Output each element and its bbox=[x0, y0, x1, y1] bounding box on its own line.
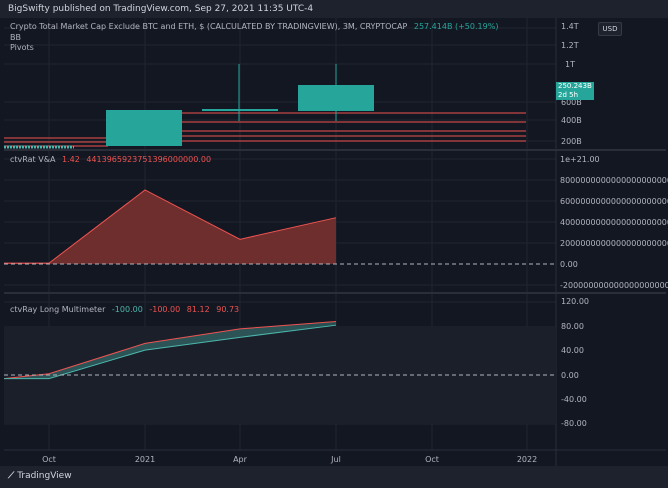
candle[interactable] bbox=[298, 85, 374, 111]
ray-tick: 0.00 bbox=[561, 371, 579, 380]
price-tick: 400B bbox=[561, 116, 582, 125]
tradingview-logo-icon: ⟋ bbox=[8, 471, 15, 481]
footer-bar bbox=[0, 466, 668, 488]
time-tick: Apr bbox=[233, 455, 247, 464]
rat-value-a: 1.42 bbox=[61, 155, 80, 164]
rat-exponent: 1e+21.00 bbox=[560, 155, 600, 164]
change-value: (+50.19%) bbox=[454, 22, 499, 31]
price-tick: 1T bbox=[565, 60, 575, 69]
tradingview-logo[interactable]: ⟋ TradingView bbox=[8, 471, 72, 481]
time-tick: 2021 bbox=[134, 455, 156, 464]
publisher-bar: BigSwifty published on TradingView.com, … bbox=[0, 0, 668, 18]
rat-tick: 8000000000000000000000.00 bbox=[560, 176, 668, 185]
ray-value-d: 90.73 bbox=[216, 305, 240, 314]
rat-tick: 4000000000000000000000.00 bbox=[560, 218, 668, 227]
price-tick: 1.4T bbox=[561, 22, 579, 31]
rat-tick: -2000000000000000000000.00 bbox=[560, 281, 668, 290]
rat-tick: 2000000000000000000000.00 bbox=[560, 239, 668, 248]
symbol-title[interactable]: Crypto Total Market Cap Exclude BTC and … bbox=[10, 22, 407, 31]
rat-value-b: 4413965923751396000000.00 bbox=[86, 155, 212, 164]
brand-label: TradingView bbox=[17, 471, 72, 481]
ray-tick: 120.00 bbox=[561, 297, 589, 306]
time-tick: Oct bbox=[425, 455, 439, 464]
last-price-tag: 250.243B 2d 5h bbox=[556, 82, 594, 100]
ray-tick: -80.00 bbox=[561, 419, 587, 428]
time-tick: Jul bbox=[331, 455, 341, 464]
ray-title[interactable]: ctvRay Long Multimeter bbox=[10, 305, 105, 314]
rat-tick: 6000000000000000000000.00 bbox=[560, 197, 668, 206]
indicator-bb[interactable]: BB bbox=[10, 33, 21, 42]
last-value: 257.414B bbox=[413, 22, 453, 31]
rat-title[interactable]: ctvRat V&A bbox=[10, 155, 55, 164]
ray-tick: 80.00 bbox=[561, 322, 584, 331]
ray-title-row: ctvRay Long Multimeter -100.00 -100.00 8… bbox=[10, 305, 239, 314]
ray-value-b: -100.00 bbox=[149, 305, 181, 314]
candle[interactable] bbox=[202, 109, 278, 111]
ray-tick: -40.00 bbox=[561, 395, 587, 404]
publisher-text: BigSwifty published on TradingView.com, … bbox=[8, 4, 314, 14]
time-tick: Oct bbox=[42, 455, 56, 464]
price-tick: 1.2T bbox=[561, 41, 579, 50]
ray-value-c: 81.12 bbox=[186, 305, 210, 314]
rat-title-row: ctvRat V&A 1.42 4413965923751396000000.0… bbox=[10, 155, 211, 164]
ray-tick: 40.00 bbox=[561, 346, 584, 355]
last-price-tag-value: 250.243B bbox=[558, 82, 592, 90]
candle[interactable] bbox=[106, 110, 182, 146]
main-title-row: Crypto Total Market Cap Exclude BTC and … bbox=[10, 22, 498, 31]
price-tick: 200B bbox=[561, 137, 582, 146]
currency-button[interactable]: USD bbox=[598, 22, 622, 36]
indicator-pivots[interactable]: Pivots bbox=[10, 43, 34, 52]
last-price-tag-countdown: 2d 5h bbox=[558, 91, 579, 99]
rat-tick: 0.00 bbox=[560, 260, 578, 269]
time-tick: 2022 bbox=[516, 455, 538, 464]
ray-value-a: -100.00 bbox=[111, 305, 143, 314]
